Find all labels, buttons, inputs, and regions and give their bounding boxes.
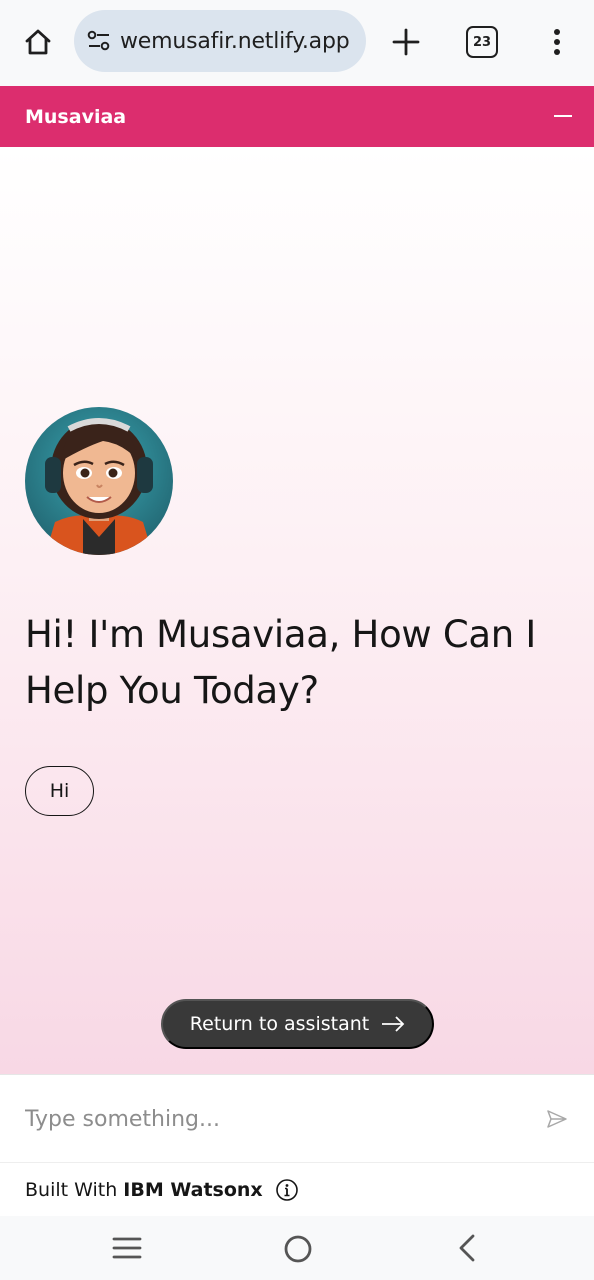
plus-icon [392,28,420,56]
home-icon [25,29,51,55]
send-button[interactable] [545,1107,569,1131]
return-label: Return to assistant [189,1013,370,1035]
more-menu-button[interactable] [540,22,574,62]
new-tab-button[interactable] [386,22,426,62]
browser-toolbar: wemusafir.netlify.app 23 [0,0,594,86]
tab-count: 23 [472,34,492,50]
welcome-message: Hi! I'm Musaviaa, How Can I Help You Tod… [25,613,536,712]
home-button[interactable] [18,22,58,62]
back-icon[interactable] [455,1232,479,1264]
info-icon[interactable] [275,1178,299,1202]
arrow-right-icon [382,1016,405,1032]
built-with-label: Built With [25,1178,118,1201]
url-text: wemusafir.netlify.app [120,28,350,54]
more-vert-icon [554,29,560,55]
brand-name: IBM Watsonx [123,1178,263,1201]
chat-header: Musaviaa [0,86,594,147]
return-to-assistant-button[interactable]: Return to assistant [161,999,434,1049]
address-bar[interactable]: wemusafir.netlify.app [74,10,366,72]
send-icon [547,1110,567,1128]
minimize-icon[interactable] [554,115,572,117]
system-navigation-bar [0,1216,594,1280]
quick-reply-hi[interactable]: Hi [25,766,94,816]
assistant-avatar [25,407,173,555]
branding-footer: Built With IBM Watsonx [0,1162,594,1216]
recent-apps-icon[interactable] [111,1234,143,1262]
assistant-title: Musaviaa [25,105,127,128]
chat-messages: Hi! I'm Musaviaa, How Can I Help You Tod… [0,147,594,1074]
home-circle-icon[interactable] [283,1234,313,1264]
message-input[interactable] [25,1103,505,1135]
site-settings-icon[interactable] [86,28,112,54]
message-input-area [0,1074,594,1162]
tabs-button[interactable]: 23 [466,26,498,58]
